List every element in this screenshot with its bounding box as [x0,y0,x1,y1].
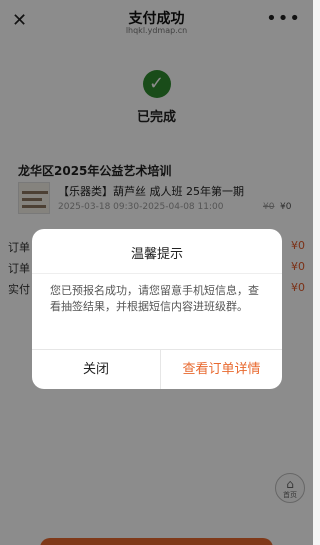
close-button[interactable]: 关闭 [32,350,160,389]
view-order-details-button[interactable]: 查看订单详情 [161,350,282,389]
dialog-title: 温馨提示 [130,247,183,262]
dialog-divider [32,273,282,274]
notice-dialog: 温馨提示 您已预报名成功，请您留意手机短信息，查看抽签结果，并根据短信内容进班级… [32,229,282,389]
dialog-message: 您已预报名成功，请您留意手机短信息，查看抽签结果，并根据短信内容进班级群。 [50,284,259,313]
